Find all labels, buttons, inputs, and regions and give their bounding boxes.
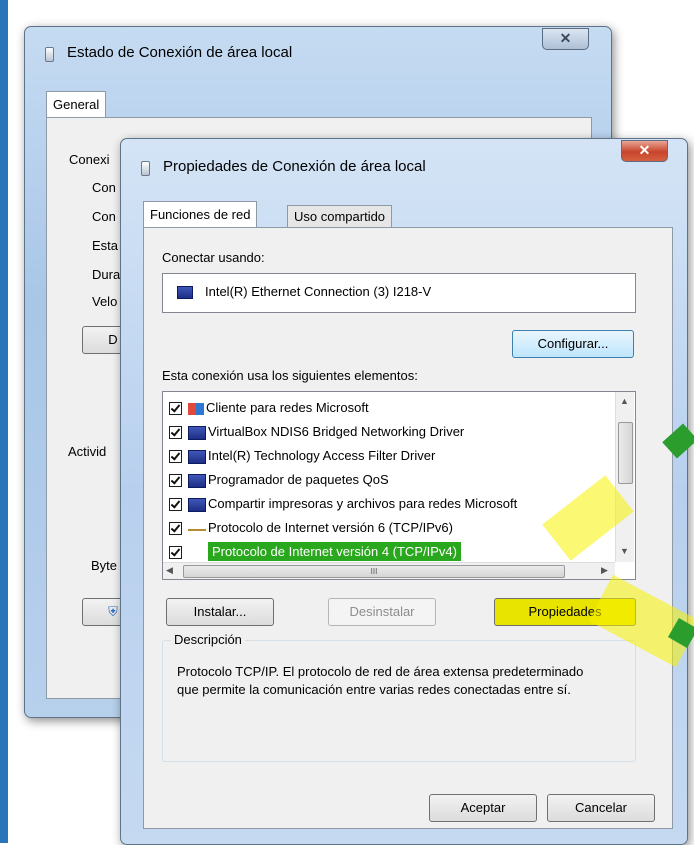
connect-using-label: Conectar usando: — [162, 250, 265, 265]
description-group: Descripción Protocolo TCP/IP. El protoco… — [162, 632, 636, 762]
cancel-button[interactable]: Cancelar — [547, 794, 655, 822]
scroll-down-icon[interactable]: ▼ — [620, 546, 629, 556]
network-title-icon — [141, 161, 150, 176]
scroll-up-icon[interactable]: ▲ — [620, 396, 629, 406]
desktop-edge — [0, 0, 8, 843]
configure-button[interactable]: Configurar... — [512, 330, 634, 358]
adapter-icon — [177, 284, 195, 300]
row-label: Velo — [92, 294, 118, 309]
protocol-icon — [188, 552, 206, 559]
horizontal-scrollbar[interactable]: ◀ III ▶ — [163, 562, 615, 579]
checkbox[interactable] — [169, 402, 182, 416]
dialog-title: Propiedades de Conexión de área local — [163, 158, 426, 175]
close-button[interactable]: ✕ — [621, 140, 668, 162]
tab-sharing[interactable]: Uso compartido — [287, 205, 393, 228]
list-item[interactable]: Cliente para redes Microsoft — [169, 396, 369, 419]
network-service-icon — [188, 425, 206, 440]
description-text: Protocolo TCP/IP. El protocolo de red de… — [177, 664, 584, 697]
checkbox[interactable] — [169, 546, 182, 560]
elements-label: Esta conexión usa los siguientes element… — [162, 368, 418, 383]
network-service-icon — [188, 473, 206, 488]
adapter-box: Intel(R) Ethernet Connection (3) I218-V — [162, 273, 636, 313]
item-label: Intel(R) Technology Access Filter Driver — [208, 448, 436, 463]
description-legend: Descripción — [171, 632, 245, 647]
network-service-icon — [188, 497, 206, 512]
uninstall-button[interactable]: Desinstalar — [328, 598, 436, 626]
adapter-name: Intel(R) Ethernet Connection (3) I218-V — [205, 284, 432, 299]
window-title: Estado de Conexión de área local — [67, 44, 293, 61]
install-button[interactable]: Instalar... — [166, 598, 274, 626]
list-item[interactable]: Compartir impresoras y archivos para red… — [169, 492, 517, 515]
item-label: Protocolo de Internet versión 6 (TCP/IPv… — [208, 520, 453, 535]
item-label: Cliente para redes Microsoft — [206, 400, 369, 415]
shield-icon: ⛨ — [108, 604, 118, 619]
bytes-label: Byte — [91, 558, 118, 573]
row-label: Con — [92, 209, 116, 224]
checkbox[interactable] — [169, 498, 182, 512]
row-label: Esta — [92, 238, 119, 253]
activity-label: Activid — [68, 444, 107, 459]
tab-general[interactable]: General — [46, 91, 107, 118]
connection-label: Conexi — [69, 152, 110, 167]
list-item[interactable]: VirtualBox NDIS6 Bridged Networking Driv… — [169, 420, 464, 443]
vertical-scrollbar[interactable]: ▲ ▼ — [615, 392, 634, 562]
item-label: Programador de paquetes QoS — [208, 472, 389, 487]
tab-network-functions[interactable]: Funciones de red — [143, 201, 258, 229]
item-label: Compartir impresoras y archivos para red… — [208, 496, 518, 511]
scroll-thumb[interactable] — [618, 422, 633, 484]
close-button[interactable]: ✕ — [542, 28, 589, 50]
row-label: Dura — [92, 267, 121, 282]
checkbox[interactable] — [169, 450, 182, 464]
item-label: VirtualBox NDIS6 Bridged Networking Driv… — [208, 424, 465, 439]
network-client-icon — [188, 402, 204, 415]
ok-button[interactable]: Aceptar — [429, 794, 537, 822]
list-item[interactable]: Programador de paquetes QoS — [169, 468, 389, 491]
list-item[interactable]: Intel(R) Technology Access Filter Driver — [169, 444, 435, 467]
scroll-thumb[interactable]: III — [183, 565, 565, 578]
checkbox[interactable] — [169, 522, 182, 536]
row-label: Con — [92, 180, 116, 195]
checkbox[interactable] — [169, 474, 182, 488]
list-item-selected[interactable]: Protocolo de Internet versión 4 (TCP/IPv… — [169, 540, 461, 563]
item-label: Protocolo de Internet versión 4 (TCP/IPv… — [208, 542, 461, 561]
scroll-right-icon[interactable]: ▶ — [601, 565, 608, 576]
network-service-icon — [188, 449, 206, 464]
scroll-left-icon[interactable]: ◀ — [166, 565, 173, 576]
checkbox[interactable] — [169, 426, 182, 440]
network-title-icon — [45, 47, 54, 62]
protocol-icon — [188, 528, 206, 535]
list-item[interactable]: Protocolo de Internet versión 6 (TCP/IPv… — [169, 516, 453, 539]
